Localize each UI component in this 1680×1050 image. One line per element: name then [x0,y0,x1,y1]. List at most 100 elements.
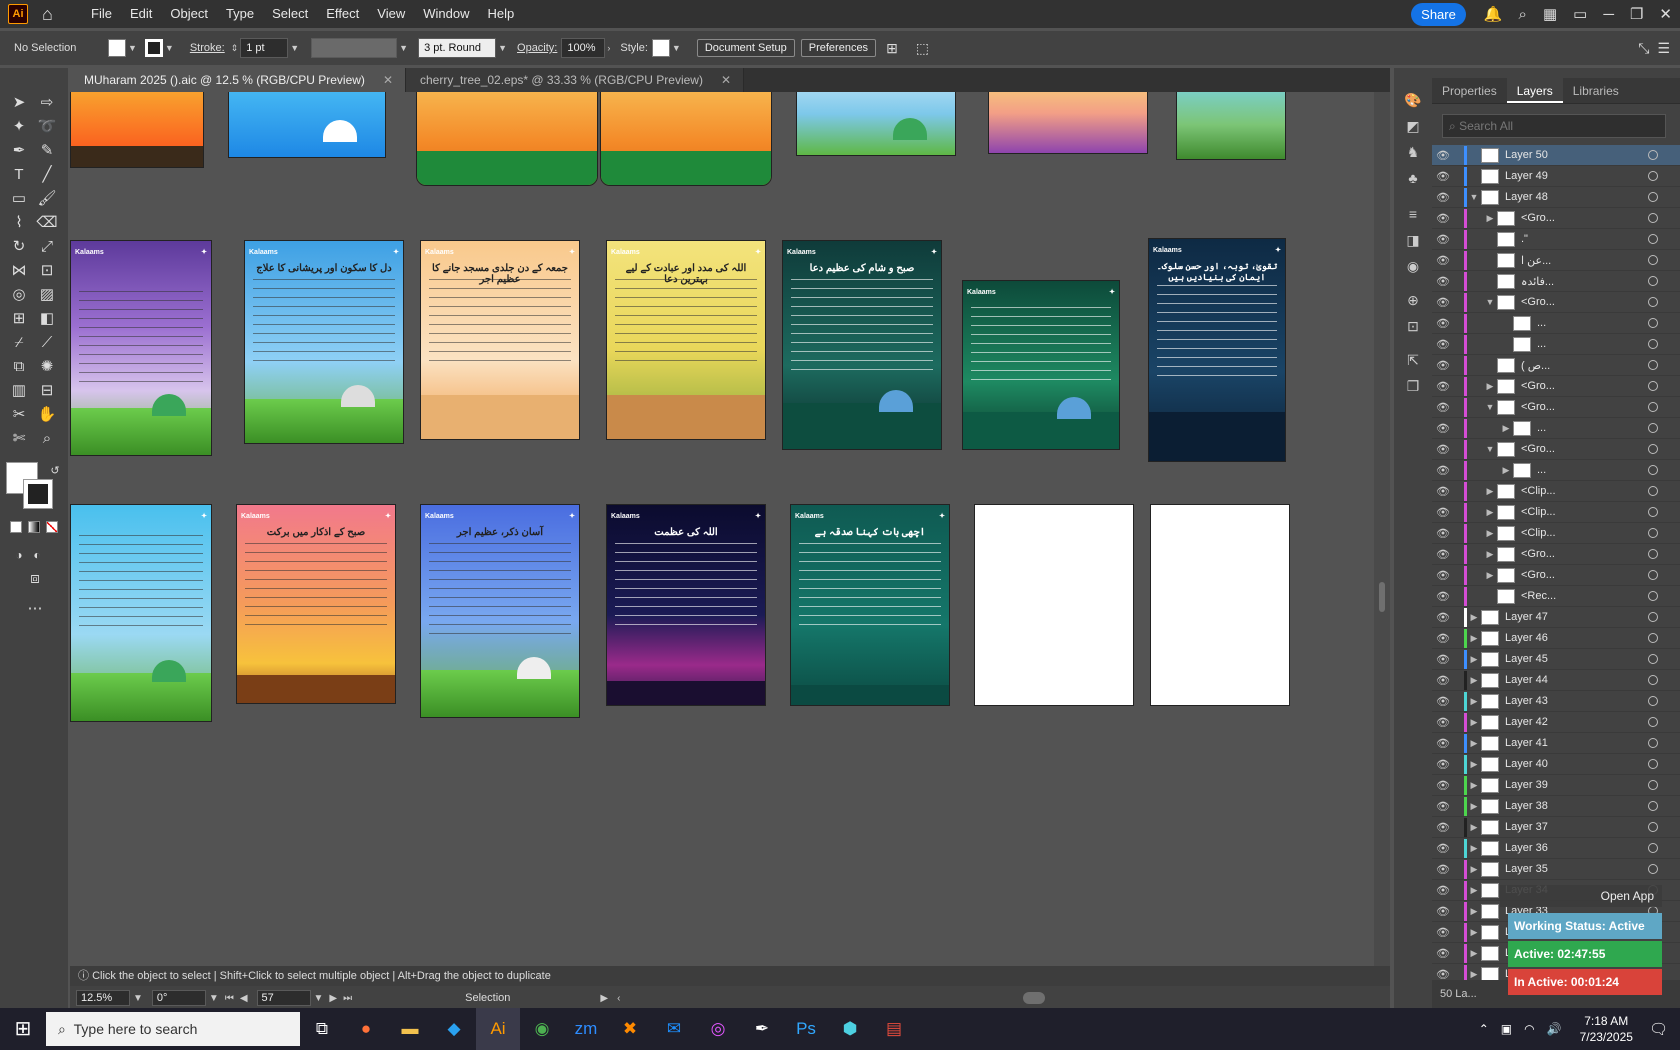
tab-properties[interactable]: Properties [1432,78,1507,103]
target-circle-icon[interactable] [1648,276,1658,286]
windows-start-icon[interactable]: ⊞ [0,1008,46,1050]
close-icon[interactable]: ✕ [721,73,731,87]
expand-toggle-icon[interactable]: ▼ [1483,297,1497,307]
next-artboard-icon[interactable]: ▶ [329,993,337,1004]
target-circle-icon[interactable] [1648,381,1658,391]
layer-row[interactable]: 👁 ▶ <Gro... [1432,565,1680,586]
menu-help[interactable]: Help [478,0,523,28]
chevron-down-icon[interactable]: ▼ [314,993,324,1004]
chevron-down-icon[interactable]: ▼ [128,43,137,53]
expand-toggle-icon[interactable]: ▶ [1467,864,1481,875]
chevron-up-icon[interactable]: ⌃ [1479,1022,1489,1036]
lasso-tool-icon[interactable]: ➰ [36,116,58,138]
layer-row[interactable]: 👁 ▶ Layer 45 [1432,649,1680,670]
export-icon[interactable]: ⇱ [1403,350,1423,370]
layer-row[interactable]: 👁 ▼ <Gro... [1432,292,1680,313]
slice-tool-icon[interactable]: ✂ [8,404,30,426]
menu-window[interactable]: Window [414,0,478,28]
layer-row[interactable]: 👁 ▼ <Gro... [1432,439,1680,460]
expand-toggle-icon[interactable]: ▶ [1467,696,1481,707]
target-circle-icon[interactable] [1648,759,1658,769]
target-circle-icon[interactable] [1648,339,1658,349]
layer-row[interactable]: 👁 ▶ <Clip... [1432,523,1680,544]
expand-toggle-icon[interactable]: ▶ [1467,948,1481,959]
target-circle-icon[interactable] [1648,465,1658,475]
target-circle-icon[interactable] [1648,549,1658,559]
visibility-eye-icon[interactable]: 👁 [1432,359,1454,372]
layer-row[interactable]: 👁 ▶ Layer 42 [1432,712,1680,733]
artboard-number-field[interactable]: 57 [256,990,311,1006]
target-circle-icon[interactable] [1648,402,1658,412]
zoom-field[interactable]: 12.5% [76,990,130,1006]
target-circle-icon[interactable] [1648,234,1658,244]
target-circle-icon[interactable] [1648,444,1658,454]
chevron-down-icon[interactable]: ▼ [290,43,299,53]
visibility-eye-icon[interactable]: 👁 [1432,170,1454,183]
chevron-down-icon[interactable]: ▼ [165,43,174,53]
target-circle-icon[interactable] [1648,528,1658,538]
menu-object[interactable]: Object [161,0,217,28]
brush-field[interactable]: 3 pt. Round [418,38,497,58]
winrar-icon[interactable]: ▤ [872,1008,916,1050]
artboard[interactable]: Kalaams✦جمعہ کے دن جلدی مسجد جانے کا عظی… [420,240,580,440]
brushes-icon[interactable]: ♞ [1403,142,1423,162]
expand-toggle-icon[interactable]: ▶ [1499,423,1513,434]
target-circle-icon[interactable] [1648,822,1658,832]
layer-row[interactable]: 👁 ▼ <Gro... [1432,397,1680,418]
expand-toggle-icon[interactable]: ▶ [1467,633,1481,644]
visibility-eye-icon[interactable]: 👁 [1432,968,1454,981]
artboard[interactable]: Kalaams ✦ صبح و شام کی عظیم دعا [782,240,942,450]
visibility-eye-icon[interactable]: 👁 [1432,884,1454,897]
artboard[interactable]: Kalaams ✦ آسان ذکر، عظیم اجر [420,504,580,718]
screen-mode-icon[interactable]: ⧈ [24,568,46,590]
artboard[interactable] [228,92,386,158]
menu-type[interactable]: Type [217,0,263,28]
scrollbar-thumb[interactable] [1379,582,1385,612]
visibility-eye-icon[interactable]: 👁 [1432,422,1454,435]
expand-toggle-icon[interactable]: ▶ [1467,906,1481,917]
visibility-eye-icon[interactable]: 👁 [1432,485,1454,498]
file-explorer-icon[interactable]: ▬ [388,1008,432,1050]
share-button[interactable]: Share [1411,2,1466,26]
layer-row[interactable]: 👁 ." [1432,229,1680,250]
app-icon[interactable]: ⬢ [828,1008,872,1050]
target-circle-icon[interactable] [1648,507,1658,517]
expand-toggle-icon[interactable]: ▶ [1467,927,1481,938]
stroke-panel-icon[interactable]: ≡ [1403,204,1423,224]
chevron-down-icon[interactable]: ▼ [399,43,408,53]
artboard[interactable]: Kalaams ✦ [962,280,1120,450]
stroke-swatch[interactable] [144,39,163,57]
visibility-eye-icon[interactable]: 👁 [1432,947,1454,960]
expand-toggle-icon[interactable]: ▼ [1483,444,1497,454]
target-circle-icon[interactable] [1648,780,1658,790]
variable-width-field[interactable] [311,38,398,58]
measure-tool-icon[interactable]: ⟋ [36,332,58,354]
layer-row[interactable]: 👁 ▼ Layer 48 [1432,187,1680,208]
perspective-grid-tool-icon[interactable]: ▨ [36,284,58,306]
chevron-right-icon[interactable]: › [607,43,610,53]
expand-toggle-icon[interactable]: ▶ [1483,381,1497,392]
transform-panel-icon[interactable]: ⊡ [1403,316,1423,336]
arrange-icon[interactable]: ⤡ [1638,40,1649,57]
visibility-eye-icon[interactable]: 👁 [1432,296,1454,309]
hscroll-left-icon[interactable]: ‹ [617,993,620,1004]
visibility-eye-icon[interactable]: 👁 [1432,716,1454,729]
network-icon[interactable]: ▣ [1501,1022,1512,1036]
layer-row[interactable]: 👁 فائدہ... [1432,271,1680,292]
direct-selection-tool-icon[interactable]: ⇨ [36,92,58,114]
expand-toggle-icon[interactable]: ▶ [1467,801,1481,812]
selection-tool-icon[interactable]: ➤ [8,92,30,114]
expand-toggle-icon[interactable]: ▶ [1483,213,1497,224]
search-icon[interactable]: ⌕ [1519,6,1527,23]
artboard[interactable]: Kalaams ✦ تقویٰ، توبہ، اور حسن سلوک۔ ایمان… [1148,238,1286,462]
expand-toggle-icon[interactable]: ▶ [1467,654,1481,665]
swap-colors-icon[interactable]: ↺ [44,460,66,482]
visibility-eye-icon[interactable]: 👁 [1432,401,1454,414]
visibility-eye-icon[interactable]: 👁 [1432,674,1454,687]
layer-row[interactable]: 👁... [1432,334,1680,355]
artboard[interactable] [600,92,772,186]
artboard-canvas[interactable]: Kalaams ✦ Kalaams ✦ دل کا سکون اور پریشانی … [70,92,1374,966]
target-circle-icon[interactable] [1648,843,1658,853]
illustrator-app-icon[interactable]: Ai [8,4,28,24]
layer-row[interactable]: 👁 ▶ Layer 40 [1432,754,1680,775]
